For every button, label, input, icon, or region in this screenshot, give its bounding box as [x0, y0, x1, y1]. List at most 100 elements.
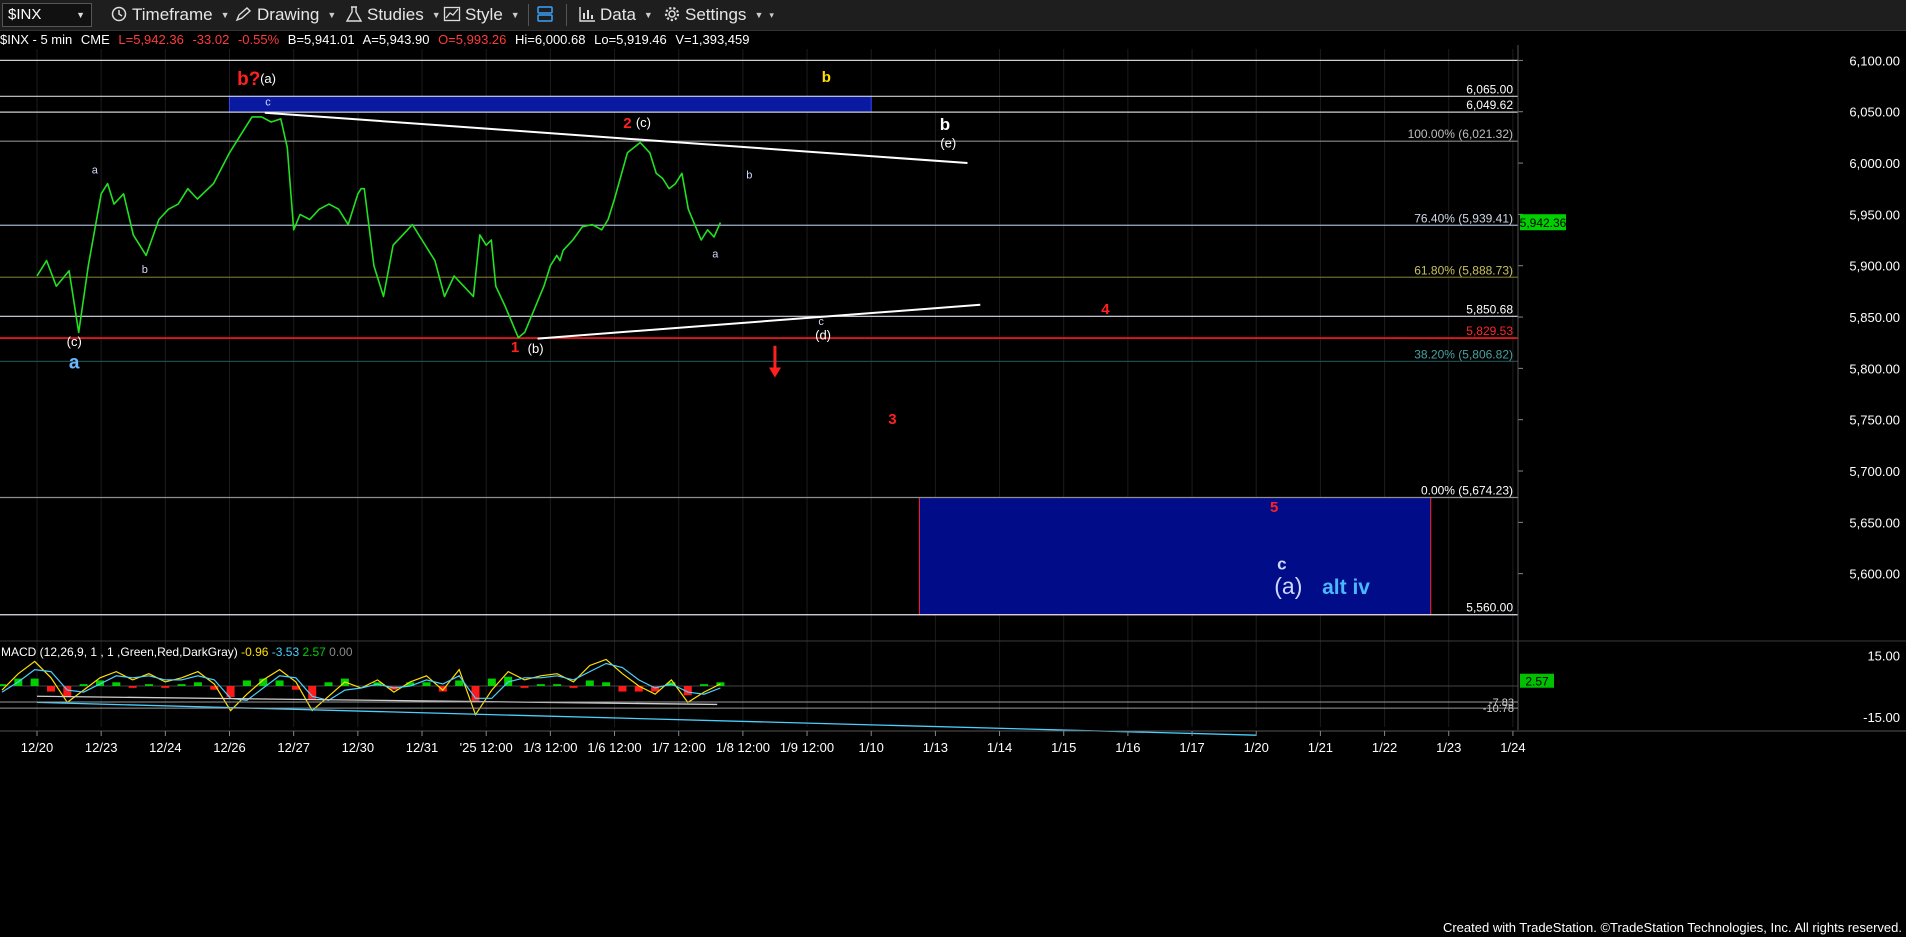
chevron-down-icon: ▼	[76, 10, 85, 20]
macd-histogram-bar	[520, 686, 529, 688]
pencil-icon	[235, 7, 252, 22]
bar-chart-icon	[579, 7, 595, 22]
toolbar-overflow-icon[interactable]: ▾	[769, 10, 774, 20]
macd-legend-value: -0.96	[238, 645, 269, 659]
flask-icon	[345, 6, 363, 22]
macd-legend-value: -3.53	[268, 645, 299, 659]
price-level-label: 38.20% (5,806.82)	[1414, 347, 1513, 361]
price-axis-label: 6,000.00	[1849, 156, 1900, 171]
macd-histogram-bar	[422, 682, 431, 686]
macd-axis-label: 15.00	[1867, 648, 1900, 663]
price-level-label: 5,560.00	[1466, 601, 1513, 615]
chevron-down-icon: ▼	[220, 10, 230, 20]
info-exchange: CME	[80, 32, 110, 47]
info-last: L=5,942.36	[118, 32, 184, 47]
last-price-label: 5,942.36	[1520, 216, 1567, 230]
chevron-down-icon: ▼	[754, 10, 764, 20]
price-level-label: 0.00% (5,674.23)	[1421, 483, 1513, 497]
macd-histogram-bar	[112, 682, 121, 686]
time-axis-label: 1/22	[1372, 740, 1397, 755]
macd-histogram-bar	[0, 684, 6, 686]
wave-label: 5	[1270, 499, 1278, 516]
macd-histogram-bar	[30, 678, 39, 686]
info-ask: A=5,943.90	[362, 32, 430, 47]
chart-canvas[interactable]: 6,065.00 6,049.62 100.00% (6,021.32) 76.40%…	[0, 0, 1906, 937]
layout-button[interactable]	[536, 4, 558, 26]
chevron-down-icon: ▼	[431, 10, 441, 20]
macd-histogram-bar	[585, 680, 594, 686]
time-axis-label: 1/21	[1308, 740, 1333, 755]
toolbar-divider	[528, 4, 529, 26]
data-menu[interactable]: Data ▼	[578, 4, 653, 26]
macd-legend-value: MACD (12,26,9, 1 , 1 ,Green,Red,DarkGray…	[1, 645, 238, 659]
macd-histogram-bar	[144, 684, 153, 686]
target-zone	[229, 95, 872, 113]
drawing-label: Drawing	[257, 5, 320, 24]
symbol-selector[interactable]: $INX ▼	[2, 3, 92, 27]
info-high: Hi=6,000.68	[515, 32, 586, 47]
price-level-label: 5,829.53	[1466, 324, 1513, 338]
price-level-label: 100.00% (6,021.32)	[1408, 127, 1513, 141]
macd-histogram-bar	[487, 678, 496, 686]
wave-label: (c)	[67, 334, 82, 349]
macd-level-label: -10.78	[1483, 703, 1514, 715]
chevron-down-icon: ▼	[510, 10, 520, 20]
timeframe-menu[interactable]: Timeframe ▼	[110, 4, 230, 26]
wave-label: 1	[511, 339, 519, 356]
macd-histogram-bar	[79, 684, 88, 686]
wave-label: a	[92, 164, 99, 176]
macd-histogram-bar	[618, 686, 627, 692]
time-axis-label: 1/7 12:00	[652, 740, 706, 755]
price-level-label: 6,049.62	[1466, 98, 1513, 112]
info-volume: V=1,393,459	[675, 32, 750, 47]
wave-label: (a)	[260, 71, 276, 86]
drawing-menu[interactable]: Drawing ▼	[235, 4, 336, 26]
time-axis-label: 1/9 12:00	[780, 740, 834, 755]
symbol-selector-label: $INX	[8, 6, 42, 23]
info-low: Lo=5,919.46	[594, 32, 667, 47]
info-open: O=5,993.26	[438, 32, 507, 47]
time-axis-label: 12/27	[277, 740, 310, 755]
wave-label: a	[69, 352, 80, 373]
data-label: Data	[600, 5, 636, 24]
wave-label: b	[940, 115, 950, 134]
settings-menu[interactable]: Settings ▼ ▾	[663, 4, 774, 26]
gear-icon	[664, 6, 680, 22]
macd-histogram-bar	[46, 686, 55, 692]
time-axis-label: 1/20	[1244, 740, 1269, 755]
time-axis-label: 12/30	[342, 740, 375, 755]
info-bid: B=5,941.01	[287, 32, 355, 47]
wave-label: (a)	[1274, 573, 1302, 599]
studies-menu[interactable]: Studies ▼	[345, 4, 441, 26]
time-axis-label: 1/3 12:00	[523, 740, 577, 755]
time-axis-label: 1/8 12:00	[716, 740, 770, 755]
chevron-down-icon: ▼	[327, 10, 337, 20]
price-axis-label: 6,100.00	[1849, 53, 1900, 68]
macd-histogram-bar	[455, 680, 464, 686]
price-axis-label: 5,850.00	[1849, 310, 1900, 325]
time-axis-label: 1/24	[1500, 740, 1525, 755]
info-symbol: $INX - 5 min	[0, 32, 73, 47]
macd-histogram-bar	[275, 680, 284, 686]
time-axis-label: 1/13	[923, 740, 948, 755]
macd-histogram-bar	[536, 684, 545, 686]
price-axis-label: 5,900.00	[1849, 259, 1900, 274]
toolbar: $INX ▼ Timeframe ▼ Drawing ▼ Studies ▼ Styl…	[0, 0, 1906, 31]
macd-value-label: 2.57	[1525, 675, 1549, 689]
toolbar-divider	[566, 4, 567, 26]
macd-histogram-bar	[700, 684, 709, 686]
macd-histogram-bar	[161, 686, 170, 688]
macd-histogram-bar	[602, 682, 611, 686]
wave-label: (e)	[940, 136, 956, 151]
price-axis-background	[1518, 49, 1906, 919]
wave-label: alt iv	[1322, 576, 1370, 599]
macd-legend: MACD (12,26,9, 1 , 1 ,Green,Red,DarkGray…	[1, 645, 353, 659]
price-level-label: 5,850.68	[1466, 302, 1513, 316]
time-axis-label: 12/31	[406, 740, 439, 755]
style-menu[interactable]: Style ▼	[443, 4, 520, 26]
macd-legend-value: 2.57	[299, 645, 326, 659]
macd-histogram-bar	[128, 686, 137, 688]
chevron-down-icon: ▼	[643, 10, 653, 20]
clock-icon	[111, 6, 127, 22]
style-chart-icon	[443, 6, 461, 22]
